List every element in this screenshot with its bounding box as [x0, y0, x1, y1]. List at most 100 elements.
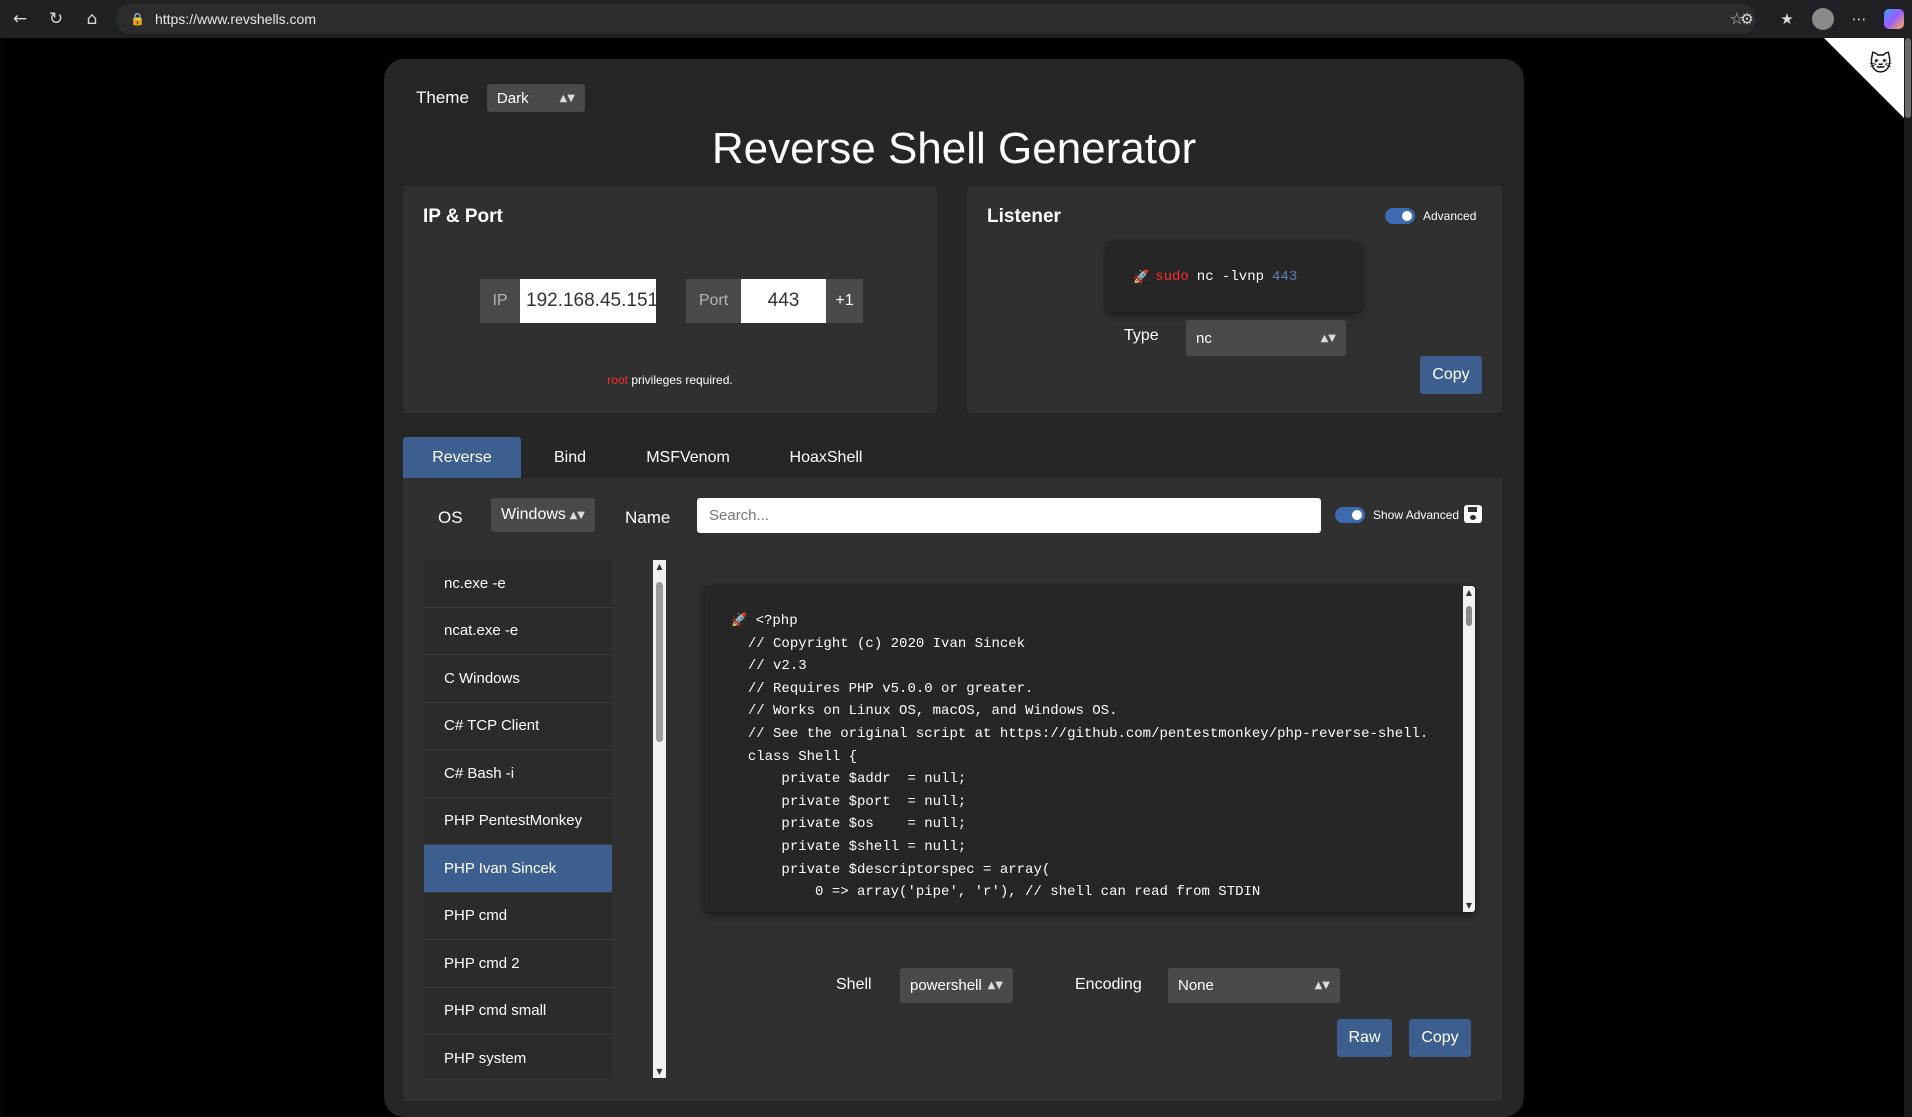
listener-type-select[interactable]: nc ▲▼ [1186, 320, 1346, 356]
command-text: nc -lvnp [1196, 269, 1265, 285]
list-item[interactable]: PHP cmd [424, 892, 612, 940]
listener-copy-button[interactable]: Copy [1420, 356, 1482, 394]
command-port: 443 [1272, 269, 1298, 285]
ip-port-panel: IP & Port IP 192.168.45.151 Port 443 +1 … [403, 186, 937, 413]
copilot-icon[interactable] [1884, 9, 1904, 29]
payload-code-box[interactable]: 🚀 <?php // Copyright (c) 2020 Ivan Since… [705, 586, 1475, 912]
show-advanced-toggle[interactable]: Show Advanced [1335, 507, 1459, 523]
code-line: private $shell = null; [747, 838, 967, 855]
code-line: // Works on Linux OS, macOS, and Windows… [747, 703, 1118, 720]
scroll-thumb[interactable] [1905, 38, 1911, 118]
list-item-selected[interactable]: PHP Ivan Sincek [424, 845, 612, 893]
raw-button[interactable]: Raw [1337, 1019, 1392, 1057]
code-line: private $os = null; [747, 816, 967, 833]
github-corner[interactable] [1824, 38, 1904, 118]
encoding-label: Encoding [1075, 976, 1142, 993]
scroll-thumb[interactable] [1466, 606, 1472, 626]
scroll-up-icon[interactable]: ▲ [653, 562, 666, 571]
show-advanced-label: Show Advanced [1373, 508, 1460, 522]
code-line: <?php [755, 613, 798, 629]
payload-copy-button[interactable]: Copy [1409, 1019, 1471, 1057]
code-line: // Copyright (c) 2020 Ivan Sincek [747, 635, 1026, 652]
os-label: OS [438, 508, 463, 527]
rocket-icon: 🚀 [1133, 269, 1150, 285]
listener-title: Listener [987, 206, 1061, 227]
theme-value: Dark [496, 89, 529, 107]
listener-command: 🚀 sudo nc -lvnp 443 [1107, 242, 1361, 312]
scroll-down-icon[interactable]: ▼ [653, 1067, 666, 1076]
select-caret-icon: ▲▼ [1320, 332, 1336, 344]
list-scrollbar[interactable]: ▲ ▼ [653, 560, 666, 1078]
payload-code: 🚀 <?php // Copyright (c) 2020 Ivan Since… [731, 610, 1428, 904]
privileges-text: privileges required. [627, 373, 733, 387]
theme-select[interactable]: Dark ▲▼ [486, 84, 585, 112]
reload-icon[interactable]: ↻ [42, 5, 70, 33]
favorites-icon[interactable]: ★ [1772, 4, 1802, 34]
listener-panel: Listener Advanced 🚀 sudo nc -lvnp 443 Ty… [967, 186, 1502, 413]
shell-list: nc.exe -e ncat.exe -e C Windows C# TCP C… [424, 560, 612, 1078]
list-item[interactable]: ncat.exe -e [424, 607, 612, 655]
browser-right-icons: ⚙ ★ ⋯ [1732, 4, 1904, 34]
port-input[interactable]: 443 [741, 279, 826, 323]
type-label: Type [1124, 327, 1159, 344]
advanced-label: Advanced [1423, 209, 1477, 223]
tab-msfvenom[interactable]: MSFVenom [619, 437, 757, 478]
theme-row: Theme Dark ▲▼ [416, 84, 585, 112]
port-label: Port [686, 279, 741, 323]
shell-select[interactable]: powershell ▲▼ [900, 968, 1013, 1003]
ip-input-group: IP 192.168.45.151 [480, 279, 656, 323]
url-text: https://www.revshells.com [154, 11, 317, 27]
list-item[interactable]: C# TCP Client [424, 702, 612, 750]
rocket-icon: 🚀 [731, 613, 748, 628]
address-bar[interactable]: 🔒 https://www.revshells.com ☆ [116, 4, 1756, 34]
select-caret-icon: ▲▼ [559, 92, 575, 104]
port-increment-button[interactable]: +1 [826, 279, 863, 323]
toggle-switch[interactable] [1385, 208, 1415, 224]
list-item[interactable]: nc.exe -e [424, 560, 612, 608]
list-item[interactable]: C Windows [424, 655, 612, 703]
list-item[interactable]: C# Bash -i [424, 750, 612, 798]
scroll-thumb[interactable] [656, 582, 663, 742]
more-icon[interactable]: ⋯ [1844, 4, 1874, 34]
toggle-switch[interactable] [1335, 507, 1365, 523]
ip-input[interactable]: 192.168.45.151 [520, 279, 656, 323]
code-line: // See the original script at https://gi… [747, 725, 1429, 742]
select-caret-icon: ▲▼ [987, 980, 1003, 991]
tab-reverse[interactable]: Reverse [403, 437, 521, 478]
name-label: Name [625, 508, 671, 527]
encoding-select[interactable]: None ▲▼ [1168, 968, 1340, 1003]
profile-icon[interactable] [1812, 8, 1834, 30]
ip-label: IP [480, 279, 520, 323]
ip-port-title: IP & Port [423, 206, 503, 227]
list-item[interactable]: PHP system [424, 1035, 612, 1078]
list-item[interactable]: PHP cmd small [424, 987, 612, 1035]
scroll-down-icon[interactable]: ▼ [1463, 901, 1475, 910]
search-input[interactable]: Search... [697, 498, 1321, 533]
list-item[interactable]: PHP PentestMonkey [424, 797, 612, 845]
code-line: // v2.3 [747, 658, 807, 675]
code-line: private $descriptorspec = array( [747, 861, 1051, 878]
back-icon[interactable]: ← [6, 5, 34, 33]
code-line: // Requires PHP v5.0.0 or greater. [747, 680, 1034, 697]
save-icon[interactable] [1464, 505, 1482, 523]
encoding-value: None [1178, 977, 1214, 994]
code-scrollbar[interactable]: ▲ ▼ [1463, 586, 1475, 912]
type-value: nc [1196, 329, 1212, 347]
github-octocat-icon[interactable]: 🐱 [1869, 52, 1892, 77]
os-select[interactable]: Windows ▲▼ [491, 498, 595, 532]
page-scrollbar[interactable] [1904, 38, 1912, 1117]
browser-toolbar: ← ↻ ⌂ 🔒 https://www.revshells.com ☆ ⚙ ★ … [0, 0, 1912, 38]
home-icon[interactable]: ⌂ [78, 5, 106, 33]
page-title: Reverse Shell Generator [711, 124, 1197, 173]
listener-advanced-toggle[interactable]: Advanced [1385, 208, 1476, 224]
select-caret-icon: ▲▼ [1314, 980, 1330, 991]
reverse-shell-panel: OS Windows ▲▼ Name Search... Show Advanc… [403, 478, 1502, 1101]
theme-label: Theme [416, 88, 469, 107]
code-line: 0 => array('pipe', 'r'), // shell can re… [747, 884, 1261, 901]
tab-bind[interactable]: Bind [521, 437, 619, 478]
list-item[interactable]: PHP cmd 2 [424, 940, 612, 988]
extensions-icon[interactable]: ⚙ [1732, 4, 1762, 34]
lock-icon[interactable]: 🔒 [130, 12, 145, 26]
tab-hoaxshell[interactable]: HoaxShell [757, 437, 895, 478]
scroll-up-icon[interactable]: ▲ [1463, 588, 1475, 597]
